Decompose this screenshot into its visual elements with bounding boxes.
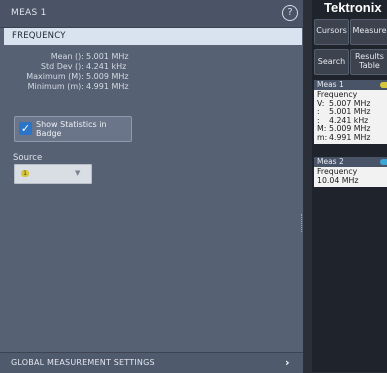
stat-label: Maximum (M): (26, 72, 84, 81)
channel-1-indicator (380, 82, 387, 88)
search-button[interactable]: Search (314, 49, 349, 75)
badge-header: Meas 2 (314, 157, 387, 167)
stat-label: Mean (): (50, 52, 84, 61)
meas1-config-panel: MEAS 1 ? FREQUENCY Mean (): 5.001 MHz St… (0, 0, 304, 373)
badge-header: Meas 1 (314, 80, 387, 90)
cursors-button[interactable]: Cursors (314, 19, 349, 45)
badge-body: Frequency 10.04 MHz (314, 167, 387, 187)
chevron-down-icon: ▼ (75, 169, 81, 177)
measure-button[interactable]: Measure (350, 19, 387, 45)
stat-value: 4.241 kHz (86, 62, 127, 71)
results-button-line1: Results (355, 52, 384, 61)
badge-row-key: m: (317, 132, 328, 142)
badge-row: m: 4.991 MHz (317, 132, 384, 143)
source-label: Source (13, 153, 43, 163)
stat-value: 5.001 MHz (86, 52, 129, 61)
frequency-section-header[interactable]: FREQUENCY (4, 28, 302, 45)
panel-title: MEAS 1 (11, 8, 47, 18)
checkbox-checked-icon[interactable]: ✓ (19, 122, 32, 135)
source-dropdown[interactable]: 1 ▼ (14, 164, 92, 184)
badge-row-value: 10.04 MHz (317, 175, 359, 185)
tektronix-logo: Tektronix (324, 0, 382, 15)
results-button-line2: Table (359, 61, 380, 70)
badge-title: Meas 2 (317, 157, 344, 166)
stat-label: Minimum (m): (27, 82, 84, 91)
badge-row: 10.04 MHz (317, 175, 384, 186)
cursors-button-label: Cursors (316, 26, 347, 35)
checkbox-label: Show Statistics in Badge (36, 120, 107, 138)
help-icon[interactable]: ? (282, 5, 298, 21)
chevron-right-icon: › (285, 356, 290, 369)
global-measurement-settings[interactable]: GLOBAL MEASUREMENT SETTINGS › (0, 352, 303, 373)
badge-body: Frequency V: 5.007 MHz :5.001 MHz :4.241 … (314, 90, 387, 144)
stat-value: 5.009 MHz (86, 72, 129, 81)
panel-header: MEAS 1 ? (0, 0, 303, 28)
meas2-badge[interactable]: Meas 2 Frequency 10.04 MHz (314, 157, 387, 187)
stat-value: 4.991 MHz (86, 82, 129, 91)
results-table-button[interactable]: Results Table (350, 49, 387, 75)
measure-button-label: Measure (352, 26, 387, 35)
stat-label: Std Dev (): (40, 62, 84, 71)
badge-title: Meas 1 (317, 80, 344, 89)
panel-resize-handle[interactable] (301, 214, 304, 232)
channel-2-indicator (380, 159, 387, 165)
channel-1-badge: 1 (21, 170, 29, 177)
section-title: FREQUENCY (12, 31, 66, 41)
meas1-badge[interactable]: Meas 1 Frequency V: 5.007 MHz :5.001 MHz … (314, 80, 387, 144)
badge-row-value: 4.991 MHz (329, 132, 371, 142)
global-settings-label: GLOBAL MEASUREMENT SETTINGS (11, 358, 155, 367)
search-button-label: Search (317, 57, 346, 66)
show-statistics-toggle[interactable]: ✓ Show Statistics in Badge (14, 116, 132, 142)
